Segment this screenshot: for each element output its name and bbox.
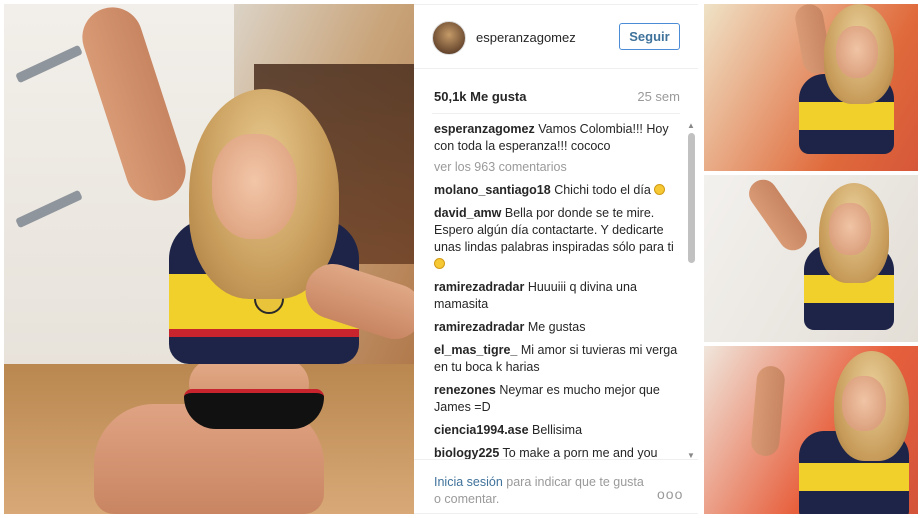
caption-username[interactable]: esperanzagomez — [434, 122, 535, 136]
comments-scrollbar[interactable]: ▲ ▼ — [685, 121, 697, 461]
comments-list: esperanzagomez Vamos Colombia!!! Hoy con… — [434, 121, 682, 461]
jersey-red-band — [169, 329, 359, 337]
smiley-emoji-icon — [434, 258, 445, 269]
list-item: molano_santiago18 Chichi todo el día — [434, 182, 682, 199]
likes-count[interactable]: 50,1k Me gusta — [434, 89, 527, 104]
more-options-icon[interactable]: ooo — [657, 486, 683, 502]
thumb2-face — [829, 203, 871, 255]
view-all-comments-link[interactable]: ver los 963 comentarios — [434, 159, 682, 176]
thumb1-face — [836, 26, 878, 78]
main-post-photo[interactable] — [4, 4, 414, 514]
comment-username[interactable]: molano_santiago18 — [434, 183, 551, 197]
login-link[interactable]: Inicia sesión — [434, 475, 503, 489]
comment-username[interactable]: david_amw — [434, 206, 501, 220]
likes-divider — [432, 113, 680, 114]
comment-username[interactable]: el_mas_tigre_ — [434, 343, 517, 357]
follow-button[interactable]: Seguir — [619, 23, 680, 50]
thumb1-jersey-yellow — [799, 102, 894, 130]
thumb2-arm — [743, 175, 813, 256]
scrollbar-thumb[interactable] — [688, 133, 695, 263]
comment-text: Me gustas — [527, 320, 586, 334]
post-username[interactable]: esperanzagomez — [476, 30, 576, 45]
thumbnail-photo-2[interactable] — [704, 175, 918, 342]
list-item: renezones Neymar es mucho mejor que Jame… — [434, 382, 682, 416]
comment-username[interactable]: ramirezadradar — [434, 320, 524, 334]
post-time[interactable]: 25 sem — [637, 89, 680, 104]
post-caption: esperanzagomez Vamos Colombia!!! Hoy con… — [434, 121, 682, 155]
comment-username[interactable]: ciencia1994.ase — [434, 423, 529, 437]
comment-username[interactable]: renezones — [434, 383, 496, 397]
comment-text: Bellisima — [532, 423, 583, 437]
thumbnail-photo-3[interactable] — [704, 346, 918, 514]
avatar[interactable] — [432, 21, 466, 55]
thumbnail-photo-1[interactable] — [704, 4, 918, 171]
post-side-panel: esperanzagomez Seguir 50,1k Me gusta 25 … — [414, 4, 698, 514]
login-prompt: Inicia sesión para indicar que te gusta … — [434, 474, 654, 508]
thumb3-arm — [750, 364, 786, 458]
thumb3-face — [842, 376, 886, 431]
instagram-post-collage: esperanzagomez Seguir 50,1k Me gusta 25 … — [0, 0, 921, 518]
post-header: esperanzagomez Seguir — [414, 5, 698, 69]
thumb3-jersey-yellow — [799, 463, 909, 491]
comment-username[interactable]: ramirezadradar — [434, 280, 524, 294]
list-item: ciencia1994.ase Bellisima — [434, 422, 682, 439]
list-item: el_mas_tigre_ Mi amor si tuvieras mi ver… — [434, 342, 682, 376]
list-item: david_amw Bella por donde se te mire. Es… — [434, 205, 682, 273]
list-item: ramirezadradar Me gustas — [434, 319, 682, 336]
list-item: ramirezadradar Huuuiii q divina una mama… — [434, 279, 682, 313]
smiley-emoji-icon — [654, 184, 666, 195]
comment-text: Chichi todo el día — [554, 183, 651, 197]
photo-face — [212, 134, 297, 239]
scroll-up-arrow-icon[interactable]: ▲ — [685, 121, 697, 131]
post-footer: Inicia sesión para indicar que te gusta … — [414, 459, 698, 515]
photo-shorts — [184, 389, 324, 429]
comment-username[interactable]: biology225 — [434, 446, 499, 460]
